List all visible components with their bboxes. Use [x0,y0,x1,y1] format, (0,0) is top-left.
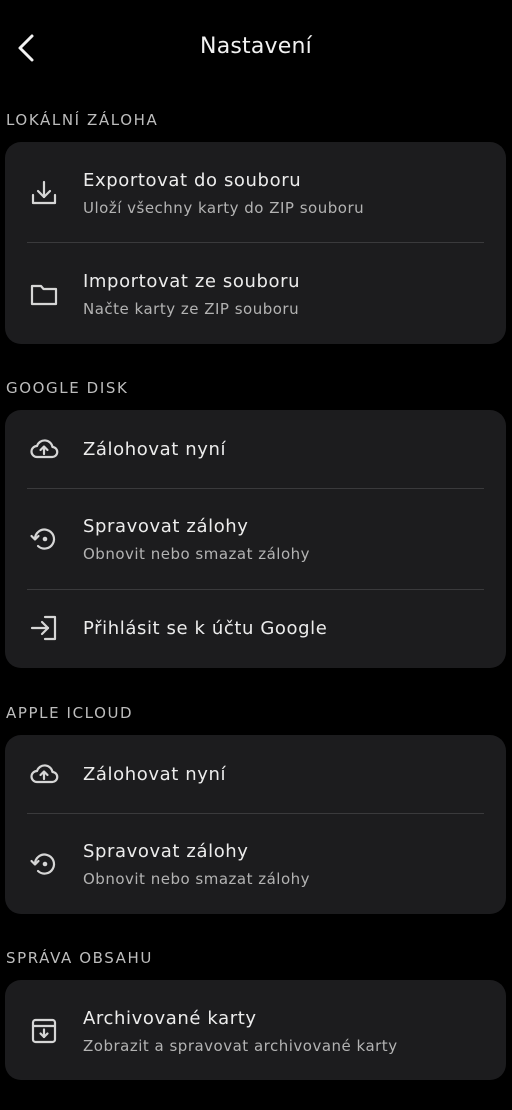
google-manage-backups-item[interactable]: Spravovat zálohy Obnovit nebo smazat zál… [5,488,506,589]
import-from-file-item[interactable]: Importovat ze souboru Načte karty ze ZIP… [5,243,506,344]
section-title-local-backup: LOKÁLNÍ ZÁLOHA [6,111,159,129]
section-title-content-management: SPRÁVA OBSAHU [6,949,153,967]
card-apple-icloud: Zálohovat nyní Spravovat zálohy Obnovit … [5,735,506,914]
icloud-manage-backups-label: Spravovat zálohy [83,841,249,862]
google-manage-backups-label: Spravovat zálohy [83,516,249,537]
section-title-apple-icloud: APPLE ICLOUD [6,704,134,722]
export-to-file-subtitle: Uloží všechny karty do ZIP souboru [83,199,365,217]
google-sign-in-label: Přihlásit se k účtu Google [83,618,328,639]
app-header: Nastavení [0,0,512,100]
google-sign-in-item[interactable]: Přihlásit se k účtu Google [5,589,506,667]
export-to-file-item[interactable]: Exportovat do souboru Uloží všechny kart… [5,142,506,243]
folder-icon [27,277,61,311]
google-backup-now-label: Zálohovat nyní [83,439,227,460]
card-content-management: Archivované karty Zobrazit a spravovat a… [5,980,506,1080]
import-from-file-subtitle: Načte karty ze ZIP souboru [83,300,300,318]
icloud-manage-backups-subtitle: Obnovit nebo smazat zálohy [83,870,311,888]
export-to-file-label: Exportovat do souboru [83,170,302,191]
archive-icon [27,1014,61,1048]
cloud-upload-icon [27,757,61,791]
google-backup-now-item[interactable]: Zálohovat nyní [5,410,506,488]
card-google-drive: Zálohovat nyní Spravovat zálohy Obnovit … [5,410,506,668]
page-title: Nastavení [200,34,312,59]
icloud-manage-backups-item[interactable]: Spravovat zálohy Obnovit nebo smazat zál… [5,813,506,914]
card-local-backup: Exportovat do souboru Uloží všechny kart… [5,142,506,344]
icloud-backup-now-label: Zálohovat nyní [83,764,227,785]
restore-icon [27,847,61,881]
archived-cards-subtitle: Zobrazit a spravovat archivované karty [83,1037,398,1055]
section-title-google-drive: GOOGLE DISK [6,379,129,397]
google-manage-backups-subtitle: Obnovit nebo smazat zálohy [83,545,311,563]
download-icon [27,176,61,210]
archived-cards-item[interactable]: Archivované karty Zobrazit a spravovat a… [5,980,506,1080]
login-icon [27,611,61,645]
icloud-backup-now-item[interactable]: Zálohovat nyní [5,735,506,813]
cloud-upload-icon [27,432,61,466]
import-from-file-label: Importovat ze souboru [83,271,301,292]
archived-cards-label: Archivované karty [83,1008,257,1029]
restore-icon [27,522,61,556]
